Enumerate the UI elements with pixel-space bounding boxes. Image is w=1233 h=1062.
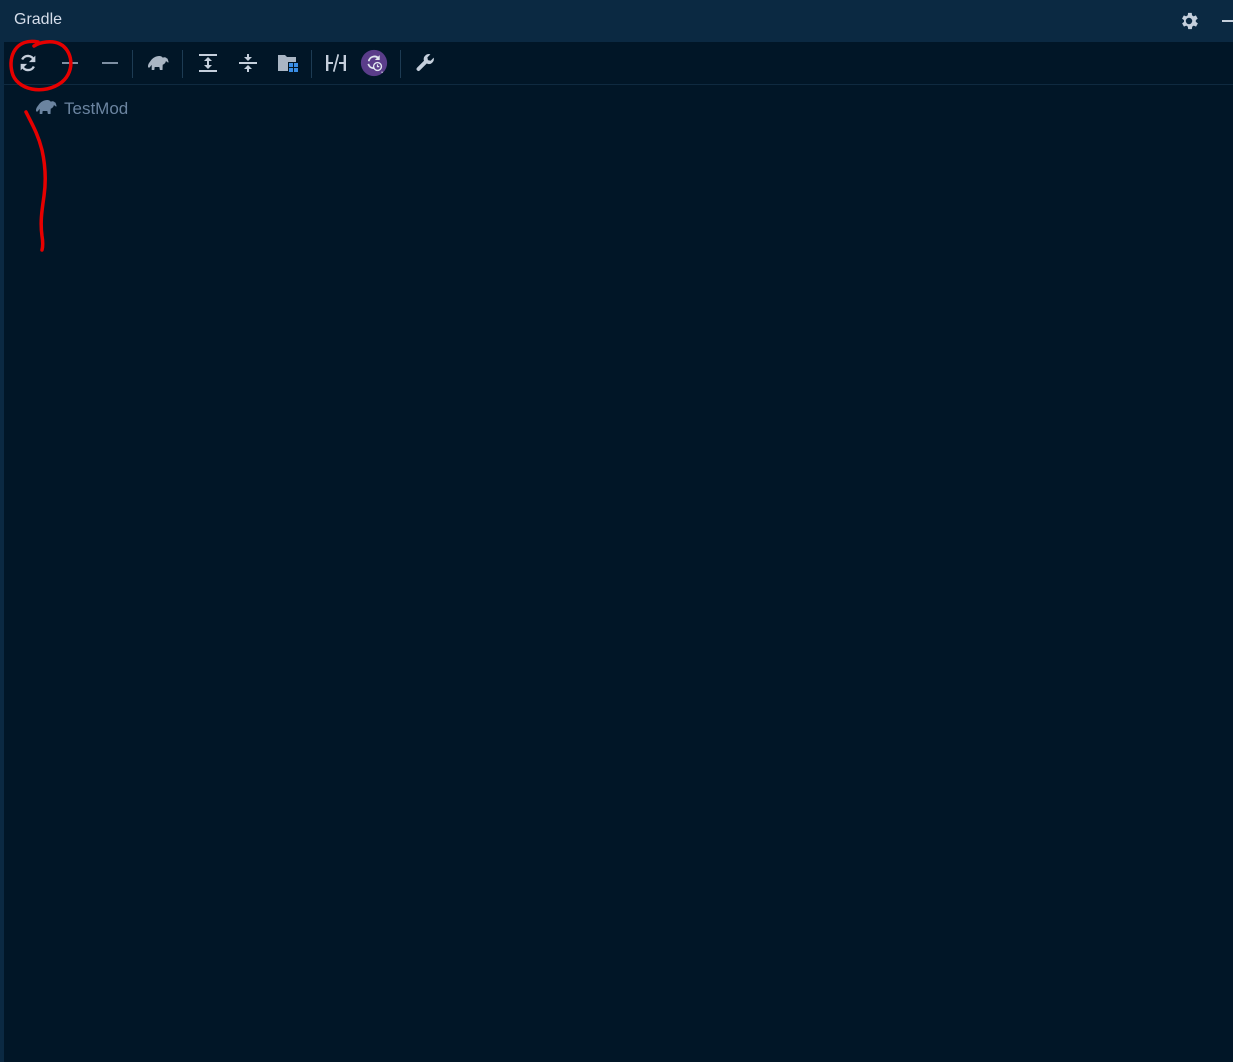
collapse-all-icon[interactable]: [234, 49, 262, 77]
red-annotation-marks: [9, 39, 73, 252]
elephant-icon[interactable]: [144, 49, 172, 77]
tool-window-title: Gradle: [14, 11, 63, 28]
history-icon[interactable]: [360, 49, 388, 77]
refresh-icon[interactable]: [14, 49, 42, 77]
folder-grid-icon[interactable]: [274, 49, 302, 77]
tree-item-testmod[interactable]: TestMod: [34, 96, 128, 122]
wrench-icon[interactable]: [411, 49, 439, 77]
minus-icon[interactable]: [96, 49, 124, 77]
gradle-toolbar: [4, 42, 1233, 85]
toggle-offline-icon[interactable]: [322, 49, 350, 77]
minimize-icon[interactable]: [1218, 10, 1233, 32]
toolbar-separator: [400, 50, 401, 78]
gradle-tool-window: Gradle TestMod: [0, 0, 1233, 1062]
toolbar-separator: [182, 50, 183, 78]
toolbar-separator: [311, 50, 312, 78]
gear-icon[interactable]: [1178, 10, 1200, 32]
expand-all-icon[interactable]: [194, 49, 222, 77]
tool-window-header: Gradle: [4, 0, 1233, 42]
elephant-icon: [34, 97, 58, 121]
plus-icon[interactable]: [56, 49, 84, 77]
toolbar-separator: [132, 50, 133, 78]
tree-item-label: TestMod: [64, 99, 129, 118]
